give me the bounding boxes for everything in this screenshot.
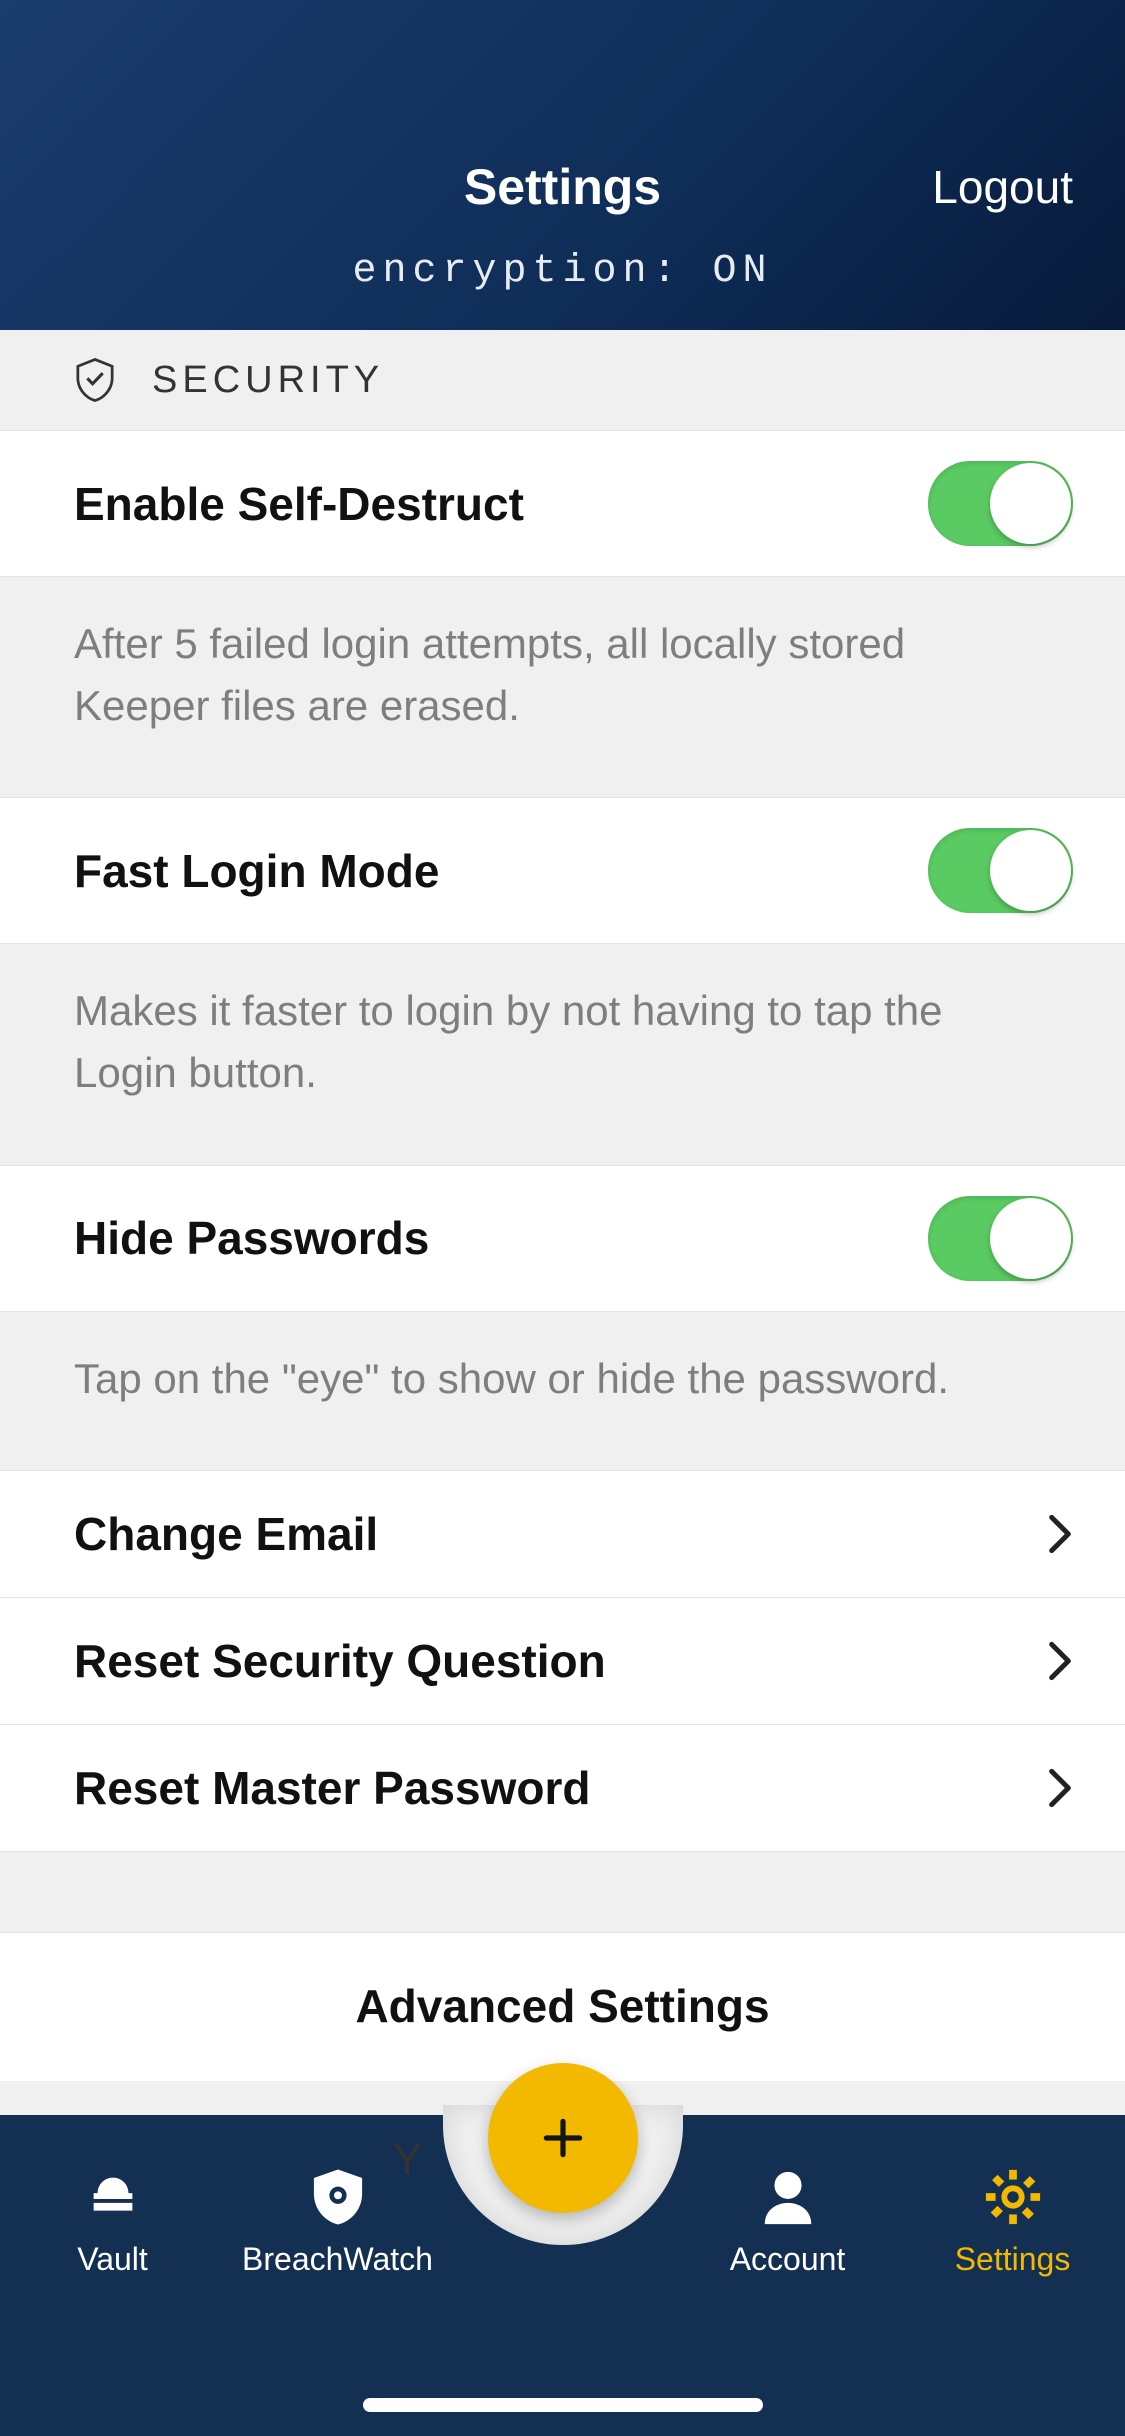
encryption-status: encryption: ON bbox=[0, 249, 1125, 294]
shield-icon bbox=[74, 356, 116, 404]
row-change-email[interactable]: Change Email bbox=[0, 1470, 1125, 1598]
row-advanced-settings[interactable]: Advanced Settings bbox=[0, 1932, 1125, 2081]
tab-account-label: Account bbox=[730, 2241, 846, 2278]
spacer bbox=[0, 1852, 1125, 1932]
chevron-right-icon bbox=[1047, 1514, 1073, 1554]
page-title: Settings bbox=[464, 158, 661, 216]
vault-icon bbox=[82, 2163, 144, 2231]
header-row: Settings Logout bbox=[0, 147, 1125, 227]
settings-icon bbox=[982, 2163, 1044, 2231]
account-icon bbox=[757, 2163, 819, 2231]
self-destruct-toggle[interactable] bbox=[928, 461, 1073, 546]
hide-passwords-description: Tap on the "eye" to show or hide the pas… bbox=[0, 1312, 1125, 1470]
reset-master-password-label: Reset Master Password bbox=[74, 1761, 590, 1815]
tab-settings[interactable]: Settings bbox=[900, 2163, 1125, 2278]
tab-settings-label: Settings bbox=[955, 2241, 1071, 2278]
self-destruct-description: After 5 failed login attempts, all local… bbox=[0, 577, 1125, 797]
row-reset-security-question[interactable]: Reset Security Question bbox=[0, 1598, 1125, 1725]
fast-login-description: Makes it faster to login by not having t… bbox=[0, 944, 1125, 1164]
logout-button[interactable]: Logout bbox=[932, 160, 1073, 214]
tab-vault-label: Vault bbox=[77, 2241, 148, 2278]
add-button[interactable] bbox=[488, 2063, 638, 2213]
section-header-security: SECURITY bbox=[0, 330, 1125, 430]
change-email-label: Change Email bbox=[74, 1507, 378, 1561]
row-enable-self-destruct: Enable Self-Destruct bbox=[0, 430, 1125, 577]
self-destruct-label: Enable Self-Destruct bbox=[74, 477, 524, 531]
row-fast-login: Fast Login Mode bbox=[0, 797, 1125, 944]
chevron-right-icon bbox=[1047, 1768, 1073, 1808]
section-title: SECURITY bbox=[152, 359, 384, 402]
row-reset-master-password[interactable]: Reset Master Password bbox=[0, 1725, 1125, 1852]
chevron-right-icon bbox=[1047, 1641, 1073, 1681]
hide-passwords-toggle[interactable] bbox=[928, 1196, 1073, 1281]
tab-breachwatch-label: BreachWatch bbox=[242, 2241, 433, 2278]
home-indicator bbox=[363, 2398, 763, 2412]
breachwatch-icon bbox=[307, 2163, 369, 2231]
hide-passwords-label: Hide Passwords bbox=[74, 1211, 429, 1265]
row-hide-passwords: Hide Passwords bbox=[0, 1165, 1125, 1312]
fast-login-toggle[interactable] bbox=[928, 828, 1073, 913]
header: Settings Logout encryption: ON bbox=[0, 0, 1125, 330]
tab-account[interactable]: Account bbox=[675, 2163, 900, 2278]
reset-security-question-label: Reset Security Question bbox=[74, 1634, 606, 1688]
fast-login-label: Fast Login Mode bbox=[74, 844, 439, 898]
tab-bar: Vault BreachWatch X Account Settings bbox=[0, 2115, 1125, 2436]
tab-vault[interactable]: Vault bbox=[0, 2163, 225, 2278]
